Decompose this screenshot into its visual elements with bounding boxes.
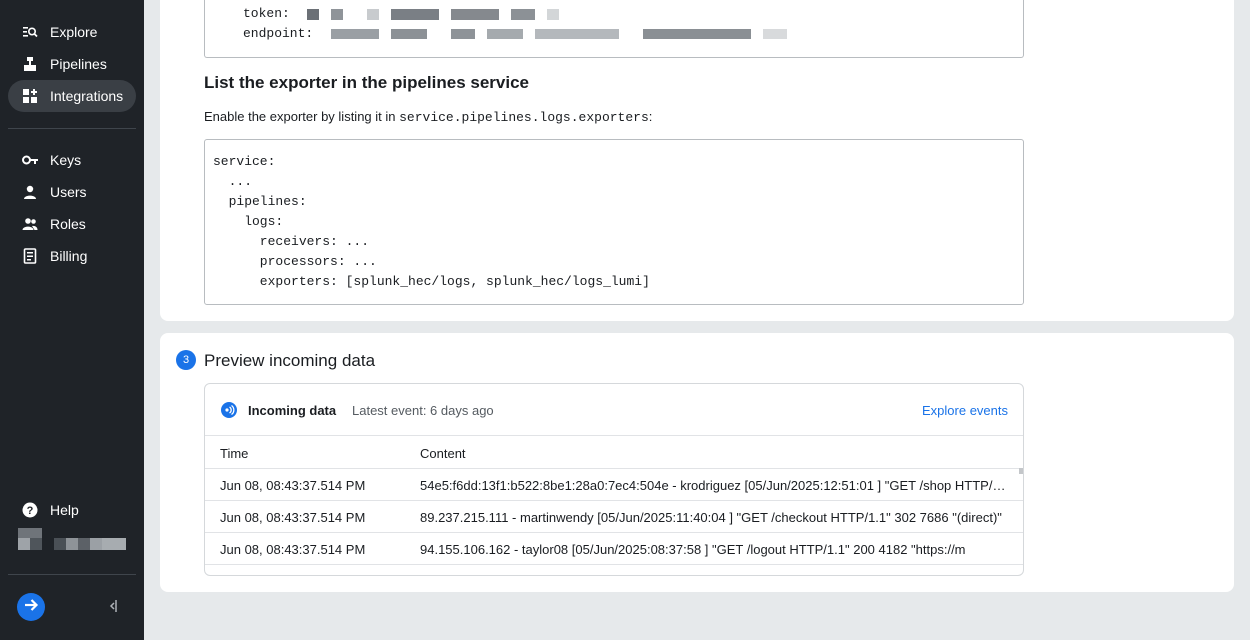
cell-time: Jun 08, 08:43:37.514 PM <box>220 478 366 493</box>
integrations-icon <box>22 88 38 104</box>
column-header-time: Time <box>220 446 249 461</box>
sidebar-divider <box>8 128 136 129</box>
token-key: token: <box>243 6 290 21</box>
billing-icon <box>22 248 38 264</box>
table-row[interactable]: Jun 08, 08:43:37.514 PM 54e5:f6dd:13f1:b… <box>205 469 1023 501</box>
pipelines-code-block: service: ... pipelines: logs: receivers:… <box>204 139 1024 305</box>
key-icon <box>22 152 38 168</box>
sidebar-item-users[interactable]: Users <box>8 176 136 208</box>
preview-card: 3 Preview incoming data Incoming data La… <box>160 333 1234 592</box>
intro-text: Enable the exporter by listing it in <box>204 109 400 124</box>
incoming-data-panel: Incoming data Latest event: 6 days ago E… <box>204 383 1024 576</box>
live-signal-icon <box>221 402 237 418</box>
cell-content: 89.237.215.111 - martinwendy [05/Jun/202… <box>420 510 1002 525</box>
panel-title: Incoming data <box>248 403 337 418</box>
sidebar-item-label: Help <box>50 502 79 518</box>
code-line: exporters: [splunk_hec/logs, splunk_hec/… <box>213 274 650 289</box>
code-line: processors: ... <box>213 254 377 269</box>
latest-event-text: Latest event: 6 days ago <box>352 403 494 418</box>
cell-content: 94.155.106.162 - taylor08 [05/Jun/2025:0… <box>420 542 966 557</box>
section-heading: List the exporter in the pipelines servi… <box>204 73 529 92</box>
intro-suffix: : <box>648 109 653 124</box>
exporter-config-code: token: endpoint: <box>204 0 1024 58</box>
panel-header: Incoming data Latest event: 6 days ago E… <box>205 384 1023 436</box>
code-line: receivers: ... <box>213 234 370 249</box>
cell-content: 54e5:f6dd:13f1:b522:8be1:28a0:7ec4:504e … <box>420 478 1008 493</box>
sidebar-item-integrations[interactable]: Integrations <box>8 80 136 112</box>
cell-time: Jun 08, 08:43:37.514 PM <box>220 510 366 525</box>
help-icon: ? <box>22 502 38 518</box>
sidebar-item-pipelines[interactable]: Pipelines <box>8 48 136 80</box>
column-header-content: Content <box>420 446 466 461</box>
table-row[interactable]: Jun 08, 08:43:37.514 PM 94.155.106.162 -… <box>205 533 1023 565</box>
arrow-right-icon <box>23 597 39 618</box>
collapse-left-icon <box>106 600 122 618</box>
sidebar-item-help[interactable]: ? Help <box>8 494 136 526</box>
sidebar: Explore Pipelines Integrations Keys User… <box>0 0 144 640</box>
step-number-badge: 3 <box>176 350 196 370</box>
roles-icon <box>22 216 38 232</box>
sidebar-item-label: Roles <box>50 216 86 232</box>
code-line: logs: <box>213 214 284 229</box>
intro-code: service.pipelines.logs.exporters <box>399 110 649 125</box>
step-title: Preview incoming data <box>204 351 376 370</box>
endpoint-key: endpoint: <box>243 26 314 41</box>
sidebar-item-label: Keys <box>50 152 82 168</box>
code-line: service: <box>213 154 276 169</box>
explore-icon <box>22 24 38 40</box>
sidebar-item-explore[interactable]: Explore <box>8 16 136 48</box>
table-row[interactable]: Jun 08, 08:43:37.514 PM 89.237.215.111 -… <box>205 501 1023 533</box>
sidebar-item-billing[interactable]: Billing <box>8 240 136 272</box>
pipelines-icon <box>22 56 38 72</box>
sidebar-item-keys[interactable]: Keys <box>8 144 136 176</box>
explore-events-link[interactable]: Explore events <box>922 403 1008 418</box>
sidebar-item-label: Integrations <box>50 88 124 104</box>
brand-logo-button[interactable] <box>17 593 45 621</box>
code-line: ... <box>213 174 253 189</box>
sidebar-item-label: Users <box>50 184 87 200</box>
cell-time: Jun 08, 08:43:37.514 PM <box>220 542 366 557</box>
exporter-config-card: token: endpoint: List the exporter in th… <box>160 0 1234 321</box>
code-line: pipelines: <box>213 194 307 209</box>
sidebar-item-roles[interactable]: Roles <box>8 208 136 240</box>
sidebar-item-label: Explore <box>50 24 98 40</box>
section-intro: Enable the exporter by listing it in ser… <box>204 109 652 125</box>
svg-text:?: ? <box>27 505 34 517</box>
sidebar-item-label: Billing <box>50 248 88 264</box>
user-icon <box>22 184 38 200</box>
sidebar-divider <box>8 574 136 575</box>
collapse-sidebar-button[interactable] <box>106 598 122 614</box>
sidebar-item-label: Pipelines <box>50 56 107 72</box>
